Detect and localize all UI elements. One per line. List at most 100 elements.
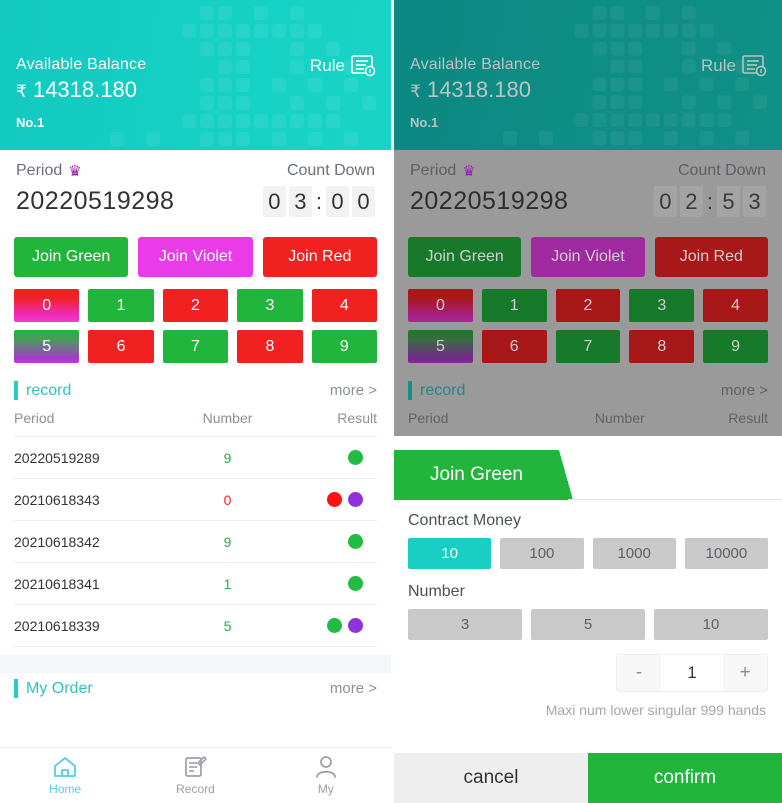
record-table: Period Number Result	[394, 406, 782, 437]
countdown-digit: 0	[352, 186, 375, 217]
record-note-icon	[185, 756, 208, 777]
screen-right: Rule Available Balance ₹ 14318.180 No.1	[391, 0, 782, 803]
number-option-5[interactable]: 5	[531, 609, 645, 640]
period-label: Period	[16, 162, 63, 179]
row-number: 1	[223, 575, 232, 592]
contract-money-option-10000[interactable]: 10000	[684, 538, 768, 569]
row-period: 20210618342	[14, 533, 100, 550]
record-section-header: record more >	[394, 373, 782, 407]
tier-badge: No.1	[410, 115, 439, 130]
rule-button[interactable]: Rule	[310, 55, 377, 77]
number-option-3[interactable]: 3	[408, 609, 522, 640]
result-dot-green	[347, 576, 363, 592]
row-number: 9	[223, 533, 232, 550]
number-button-4[interactable]: 4	[311, 289, 377, 322]
my-order-title: My Order	[14, 679, 93, 699]
contract-money-option-1000[interactable]: 1000	[592, 538, 676, 569]
countdown-colon: :	[706, 188, 713, 214]
bottom-navigation: Home Record My	[0, 747, 391, 803]
number-option-10[interactable]: 10	[654, 609, 768, 640]
record-table: Period Number Result 20220519289 9 20210…	[0, 406, 391, 648]
rule-button[interactable]: Rule	[701, 55, 768, 77]
nav-label-record: Record	[176, 782, 215, 796]
column-period: Period	[408, 410, 449, 427]
modal-header-divider	[568, 499, 782, 500]
record-title: record	[14, 381, 71, 401]
number-button-5[interactable]: 5	[14, 330, 80, 363]
result-dot-violet	[347, 618, 363, 634]
number-button-3[interactable]: 3	[237, 289, 303, 322]
modal-header: Join Green	[394, 450, 782, 500]
my-order-more-link[interactable]: more >	[330, 680, 377, 697]
record-table-header: Period Number Result	[408, 406, 768, 436]
number-options: 3 5 10	[408, 609, 768, 640]
number-button-8[interactable]: 8	[237, 330, 303, 363]
table-bottom-divider	[14, 646, 377, 648]
join-button-row: Join Green Join Violet Join Red	[0, 227, 391, 277]
countdown-label: Count Down	[677, 162, 766, 179]
decrement-button[interactable]: -	[617, 655, 661, 691]
number-button-0[interactable]: 0	[408, 289, 473, 322]
row-number: 0	[223, 491, 232, 508]
column-result: Result	[728, 410, 768, 427]
record-more-link[interactable]: more >	[330, 382, 377, 399]
balance-header: Rule Available Balance ₹ 14318.180 No.1	[0, 0, 391, 150]
app-stage: Rule Available Balance ₹ 14318.180 No.1	[0, 0, 782, 803]
table-row: 20210618339 5	[14, 604, 377, 646]
cancel-button[interactable]: cancel	[394, 753, 588, 803]
contract-money-option-10[interactable]: 10	[408, 538, 492, 569]
table-row: 20220519289 9	[14, 436, 377, 478]
number-button-6[interactable]: 6	[88, 330, 154, 363]
number-button-2[interactable]: 2	[162, 289, 229, 322]
join-button-row: Join Green Join Violet Join Red	[394, 227, 782, 277]
user-icon	[315, 756, 336, 778]
currency-symbol: ₹	[16, 82, 27, 101]
number-button-2[interactable]: 2	[555, 289, 621, 322]
number-button-1[interactable]: 1	[88, 289, 154, 322]
join-violet-button[interactable]: Join Violet	[138, 237, 253, 277]
contract-money-option-100[interactable]: 100	[500, 538, 584, 569]
record-section-header: record more >	[0, 373, 391, 406]
nav-item-my[interactable]: My	[261, 755, 391, 796]
join-violet-button[interactable]: Join Violet	[531, 237, 645, 277]
row-result	[281, 492, 377, 508]
record-more-link[interactable]: more >	[721, 382, 768, 399]
number-button-3[interactable]: 3	[629, 289, 695, 322]
result-dot-violet	[347, 492, 363, 508]
number-button-1[interactable]: 1	[481, 289, 547, 322]
number-button-9[interactable]: 9	[311, 330, 377, 363]
nav-item-home[interactable]: Home	[0, 755, 130, 796]
join-green-button[interactable]: Join Green	[408, 237, 522, 277]
crown-icon: ♛	[462, 162, 476, 180]
number-button-4[interactable]: 4	[703, 289, 768, 322]
rule-label: Rule	[310, 56, 345, 75]
countdown-digit: 3	[288, 186, 312, 217]
quantity-stepper-row: - 1 +	[408, 654, 768, 692]
row-number: 5	[223, 617, 232, 634]
result-dot-green	[326, 618, 342, 634]
max-hand-hint: Maxi num lower singular 999 hands	[545, 702, 766, 718]
number-button-5[interactable]: 5	[408, 330, 473, 363]
home-icon	[54, 757, 77, 777]
join-green-button[interactable]: Join Green	[14, 237, 129, 277]
number-button-6[interactable]: 6	[481, 330, 547, 363]
row-number: 9	[223, 449, 232, 466]
countdown-digit: 3	[743, 186, 766, 217]
quantity-value[interactable]: 1	[661, 655, 723, 691]
number-label: Number	[408, 583, 465, 600]
join-red-button[interactable]: Join Red	[654, 237, 768, 277]
join-red-button[interactable]: Join Red	[262, 237, 377, 277]
number-button-7[interactable]: 7	[162, 330, 229, 363]
number-button-7[interactable]: 7	[555, 330, 621, 363]
number-button-8[interactable]: 8	[629, 330, 695, 363]
row-period: 20210618343	[14, 491, 100, 508]
rule-label: Rule	[701, 56, 736, 75]
nav-item-record[interactable]: Record	[130, 755, 260, 796]
increment-button[interactable]: +	[723, 655, 767, 691]
number-button-0[interactable]: 0	[14, 289, 80, 322]
quantity-stepper: - 1 +	[616, 654, 768, 692]
document-info-icon	[351, 55, 376, 77]
confirm-button[interactable]: confirm	[588, 753, 782, 803]
number-button-9[interactable]: 9	[703, 330, 768, 363]
countdown-timer: 0 2 : 5 3	[653, 186, 766, 217]
